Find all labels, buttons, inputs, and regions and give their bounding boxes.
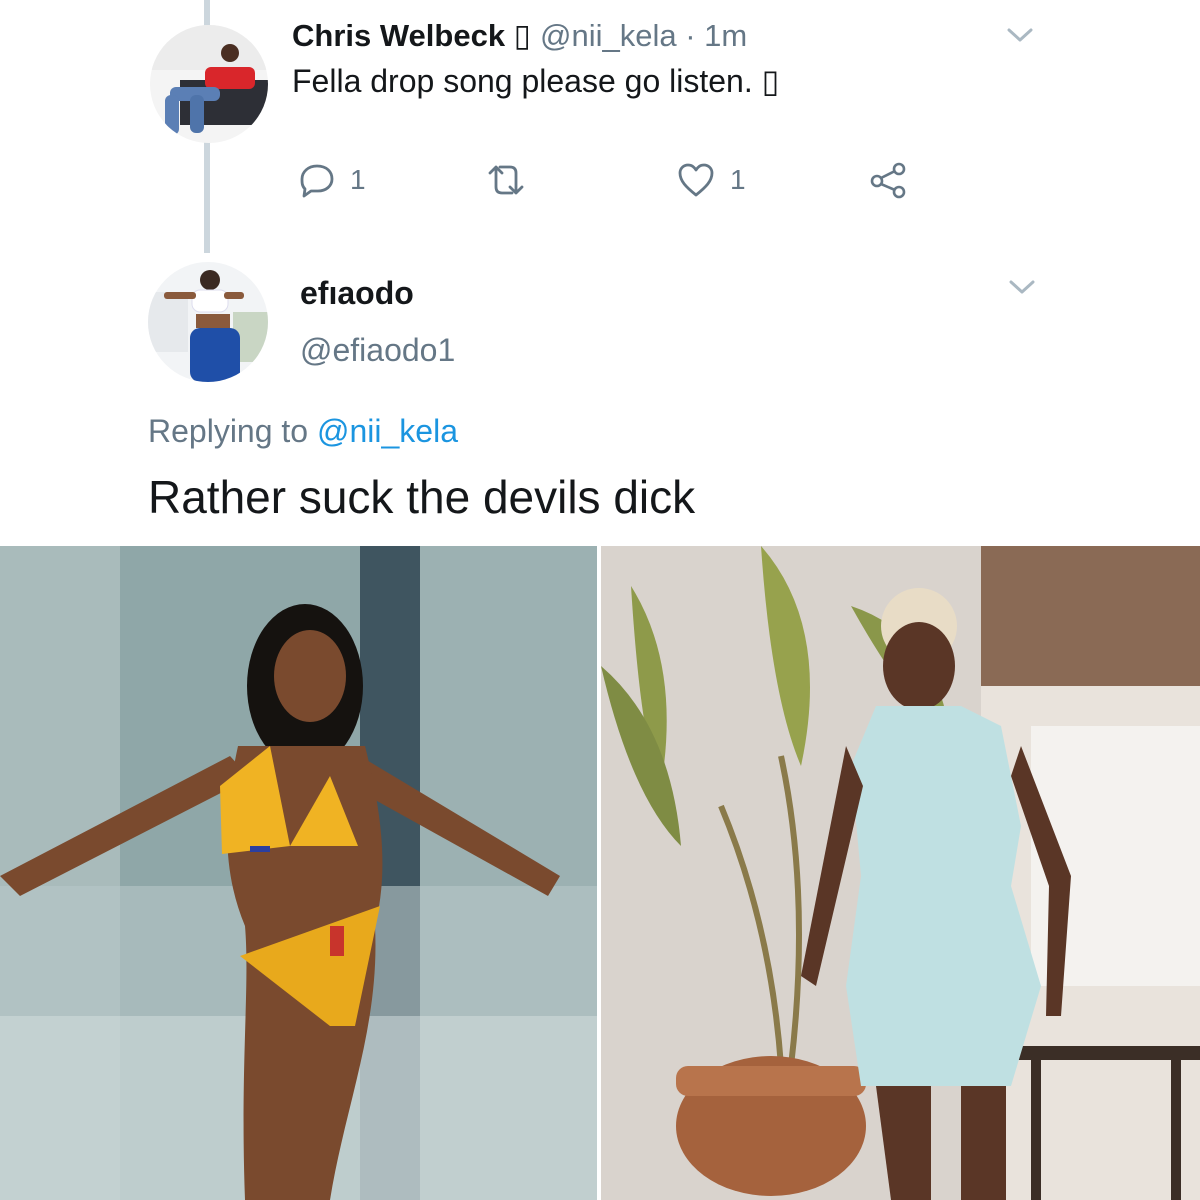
author-avatar-chris-welbeck[interactable] bbox=[150, 25, 268, 143]
reply-button[interactable]: 1 bbox=[298, 160, 366, 200]
avatar-photo-icon bbox=[150, 25, 268, 143]
photo-left[interactable] bbox=[0, 546, 597, 1200]
retweet-icon bbox=[488, 165, 524, 195]
share-button[interactable] bbox=[868, 160, 908, 200]
chevron-down-icon[interactable] bbox=[1008, 278, 1036, 296]
photo-woman-in-bikini-icon bbox=[0, 546, 597, 1200]
tweet-text: Fella drop song please go listen. ▯ bbox=[292, 63, 780, 99]
author-handle[interactable]: @nii_kela bbox=[540, 18, 677, 53]
avatar-photo-icon bbox=[148, 262, 268, 382]
author-handle[interactable]: @efiaodo1 bbox=[300, 332, 455, 369]
reply-count: 1 bbox=[350, 164, 366, 195]
tweet-timestamp[interactable]: 1m bbox=[704, 18, 747, 53]
author-avatar-efiaodo[interactable] bbox=[148, 262, 268, 382]
tweet-text: Rather suck the devils dick bbox=[148, 471, 696, 523]
author-name-text[interactable]: Chris Welbeck bbox=[292, 18, 505, 53]
author-name[interactable]: efıaodo bbox=[300, 275, 414, 312]
reply-icon bbox=[300, 164, 334, 198]
heart-icon bbox=[678, 163, 714, 197]
share-icon bbox=[870, 162, 906, 199]
meta-separator: · bbox=[685, 18, 696, 53]
like-count: 1 bbox=[730, 164, 746, 195]
photo-woman-in-light-blue-dress-icon bbox=[601, 546, 1200, 1200]
tweet-meta: @nii_kela · 1m bbox=[540, 18, 747, 54]
author-badge-icon: ▯ bbox=[513, 18, 531, 53]
replying-to-line: Replying to @nii_kela bbox=[148, 413, 458, 450]
photo-right[interactable] bbox=[601, 546, 1200, 1200]
author-name[interactable]: Chris Welbeck ▯ bbox=[292, 18, 531, 54]
replying-to-label: Replying to bbox=[148, 413, 309, 449]
retweet-button[interactable] bbox=[484, 160, 528, 200]
chevron-down-icon[interactable] bbox=[1006, 26, 1034, 44]
like-button[interactable]: 1 bbox=[676, 160, 746, 200]
replying-to-mention[interactable]: @nii_kela bbox=[317, 413, 458, 449]
